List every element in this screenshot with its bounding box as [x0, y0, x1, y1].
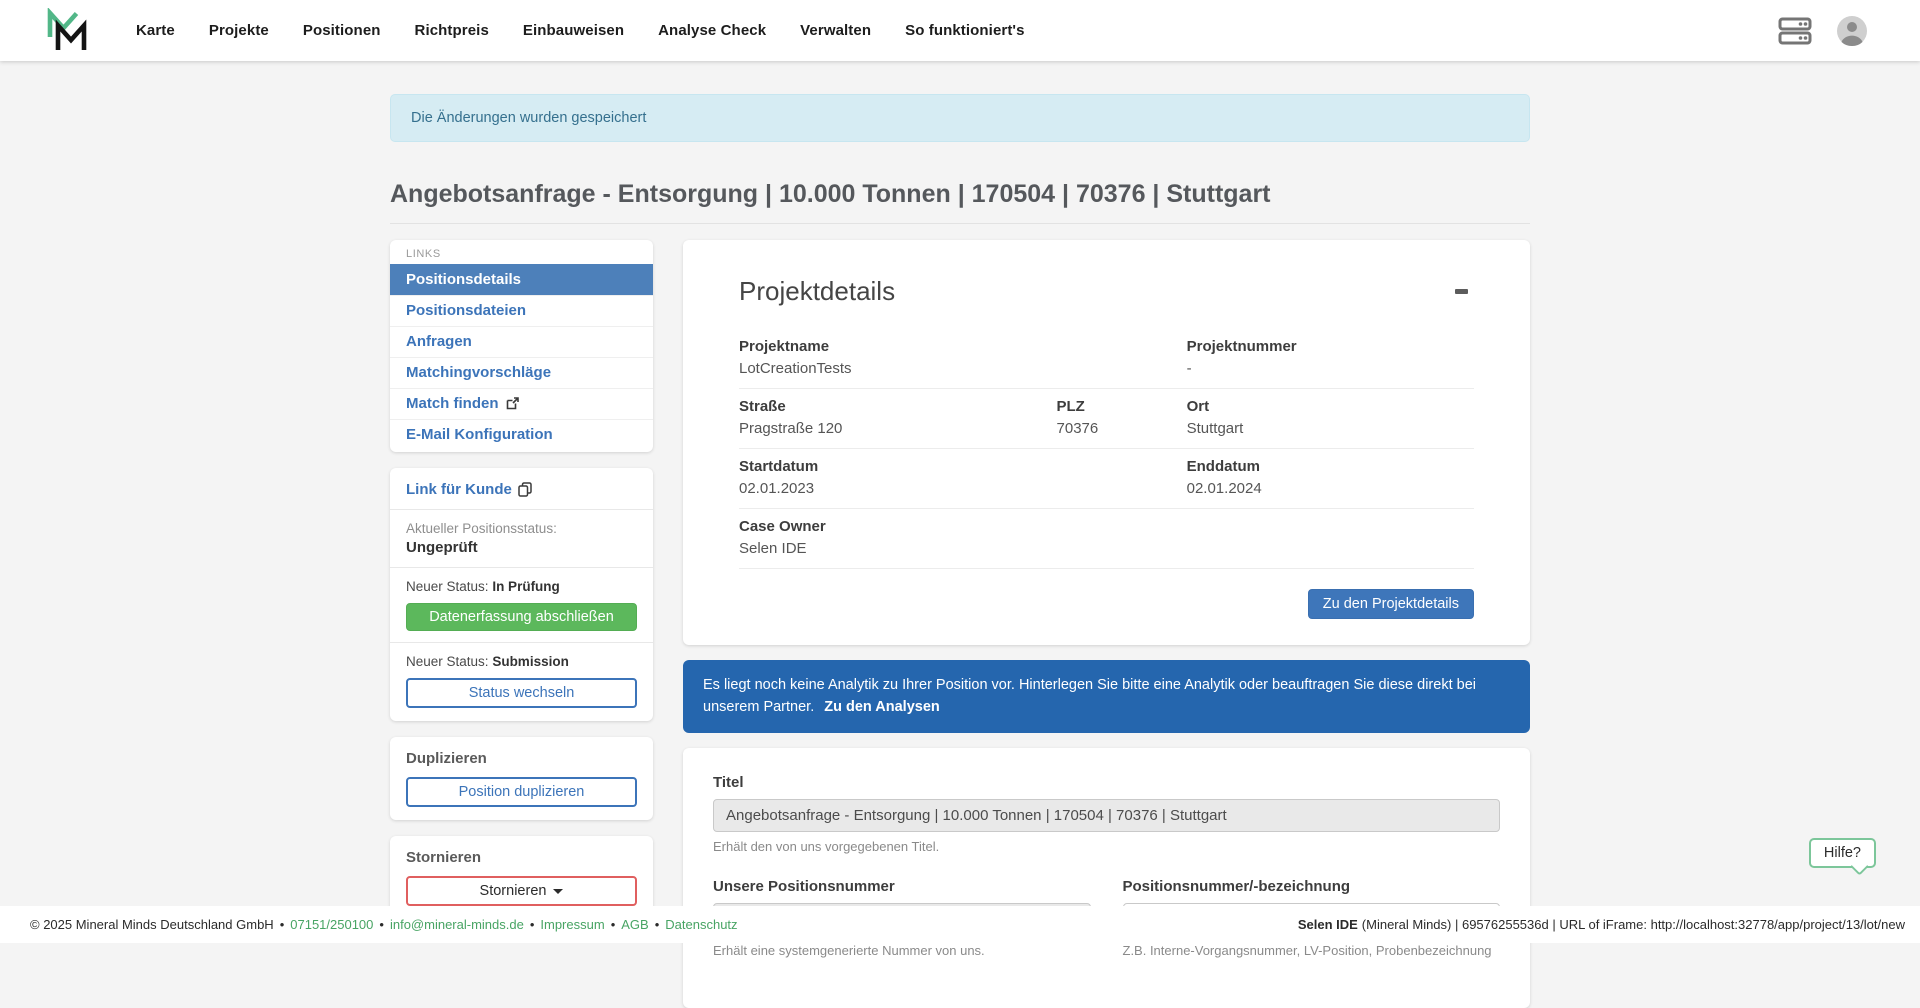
footer-phone-link[interactable]: 07151/250100 [290, 917, 373, 932]
divider [390, 567, 653, 568]
sidebar-item-match-finden[interactable]: Match finden [390, 388, 653, 419]
footer-session-details: (Mineral Minds) | 69576255536d | URL of … [1362, 917, 1905, 932]
nav-item-richtpreis[interactable]: Richtpreis [415, 22, 489, 39]
duplicate-panel-title: Duplizieren [406, 750, 637, 767]
field-startdatum: Startdatum 02.01.2023 [739, 458, 1187, 497]
nav-item-einbauweisen[interactable]: Einbauweisen [523, 22, 624, 39]
divider [390, 509, 653, 510]
app-header: Karte Projekte Positionen Richtpreis Ein… [0, 0, 1920, 61]
titel-hint: Erhält den von uns vorgegebenen Titel. [713, 839, 1500, 854]
nav-item-analyse-check[interactable]: Analyse Check [658, 22, 766, 39]
field-plz: PLZ 70376 [1057, 398, 1187, 437]
external-number-label: Positionsnummer/-bezeichnung [1123, 878, 1501, 895]
nav-item-karte[interactable]: Karte [136, 22, 175, 39]
minus-icon [1455, 289, 1468, 294]
caret-down-icon [553, 889, 563, 894]
page-content: Die Änderungen wurden gespeichert Angebo… [0, 94, 1920, 1008]
titel-input[interactable] [713, 799, 1500, 832]
new-status-value-2: Submission [492, 654, 569, 669]
project-details-row: Straße Pragstraße 120 PLZ 70376 Ort Stut… [739, 389, 1474, 449]
project-details-row: Startdatum 02.01.2023 Enddatum 02.01.202… [739, 449, 1474, 509]
brand-logo-icon[interactable] [45, 8, 89, 54]
field-projektnummer: Projektnummer - [1187, 338, 1474, 377]
complete-data-entry-button[interactable]: Datenerfassung abschließen [406, 603, 637, 631]
go-to-analyses-link[interactable]: Zu den Analysen [824, 699, 939, 715]
analytics-info-banner: Es liegt noch keine Analytik zu Ihrer Po… [683, 660, 1530, 733]
help-button[interactable]: Hilfe? [1809, 838, 1876, 868]
customer-link[interactable]: Link für Kunde [406, 481, 532, 498]
current-status-label: Aktueller Positionsstatus: [406, 521, 637, 536]
user-avatar-icon[interactable] [1836, 15, 1868, 47]
new-status-line-1: Neuer Status: In Prüfung [406, 579, 637, 594]
titel-label: Titel [713, 774, 1500, 791]
position-form-card: Titel Erhält den von uns vorgegebenen Ti… [683, 748, 1530, 1008]
nav-item-verwalten[interactable]: Verwalten [800, 22, 871, 39]
footer-copyright: © 2025 Mineral Minds Deutschland GmbH [30, 917, 274, 932]
status-panel: Link für Kunde Aktueller Positionsstatus… [390, 468, 653, 721]
external-number-hint: Z.B. Interne-Vorgangsnummer, LV-Position… [1123, 943, 1501, 958]
nav-item-positionen[interactable]: Positionen [303, 22, 381, 39]
footer-datenschutz-link[interactable]: Datenschutz [665, 917, 737, 932]
new-status-line-2: Neuer Status: Submission [406, 654, 637, 669]
field-case-owner: Case Owner Selen IDE [739, 518, 1474, 557]
project-details-card: Projektdetails Projektname LotCreationTe… [683, 240, 1530, 645]
go-to-project-details-button[interactable]: Zu den Projektdetails [1308, 589, 1474, 619]
cancel-panel-title: Stornieren [406, 849, 637, 866]
sidebar-item-email-konfiguration[interactable]: E-Mail Konfiguration [390, 419, 653, 450]
current-status-value: Ungeprüft [406, 539, 637, 556]
server-list-icon[interactable] [1778, 17, 1812, 45]
footer-impressum-link[interactable]: Impressum [540, 917, 604, 932]
footer-session-info: Selen IDE (Mineral Minds) | 69576255536d … [1298, 917, 1905, 932]
sidebar-item-positionsdetails[interactable]: Positionsdetails [390, 264, 653, 295]
nav-item-so-funktionierts[interactable]: So funktioniert's [905, 22, 1024, 39]
sidebar-item-positionsdateien[interactable]: Positionsdateien [390, 295, 653, 326]
duplicate-position-button[interactable]: Position duplizieren [406, 777, 637, 807]
project-details-row: Case Owner Selen IDE [739, 509, 1474, 569]
field-enddatum: Enddatum 02.01.2024 [1187, 458, 1474, 497]
duplicate-panel: Duplizieren Position duplizieren [390, 737, 653, 820]
field-ort: Ort Stuttgart [1187, 398, 1474, 437]
links-card-header: LINKS [390, 240, 653, 264]
alert-message: Die Änderungen wurden gespeichert [411, 110, 646, 126]
field-strasse: Straße Pragstraße 120 [739, 398, 1057, 437]
analytics-banner-text: Es liegt noch keine Analytik zu Ihrer Po… [703, 677, 1476, 715]
external-link-icon [506, 397, 519, 410]
position-number-hint: Erhält eine systemgenerierte Nummer von … [713, 943, 1091, 958]
nav-item-projekte[interactable]: Projekte [209, 22, 269, 39]
footer-user: Selen IDE [1298, 917, 1358, 932]
copy-icon [518, 482, 532, 497]
save-success-alert: Die Änderungen wurden gespeichert [390, 94, 1530, 142]
footer-email-link[interactable]: info@mineral-minds.de [390, 917, 524, 932]
project-details-row: Projektname LotCreationTests Projektnumm… [739, 329, 1474, 389]
sidebar-item-anfragen[interactable]: Anfragen [390, 326, 653, 357]
collapse-card-button[interactable] [1449, 283, 1474, 300]
position-number-label: Unsere Positionsnummer [713, 878, 1091, 895]
footer-agb-link[interactable]: AGB [621, 917, 648, 932]
project-details-title: Projektdetails [739, 276, 895, 307]
switch-status-button[interactable]: Status wechseln [406, 678, 637, 708]
divider [390, 642, 653, 643]
main-nav: Karte Projekte Positionen Richtpreis Ein… [136, 22, 1059, 39]
sidebar-item-matchingvorschlaege[interactable]: Matchingvorschläge [390, 357, 653, 388]
cancel-dropdown-button[interactable]: Stornieren [406, 876, 637, 906]
page-title: Angebotsanfrage - Entsorgung | 10.000 To… [390, 180, 1530, 224]
new-status-value-1: In Prüfung [492, 579, 560, 594]
sidebar: LINKS Positionsdetails Positionsdateien … [390, 240, 653, 919]
links-card: LINKS Positionsdetails Positionsdateien … [390, 240, 653, 452]
main-column: Projektdetails Projektname LotCreationTe… [683, 240, 1530, 1008]
footer: © 2025 Mineral Minds Deutschland GmbH • … [0, 906, 1920, 943]
field-projektname: Projektname LotCreationTests [739, 338, 1187, 377]
